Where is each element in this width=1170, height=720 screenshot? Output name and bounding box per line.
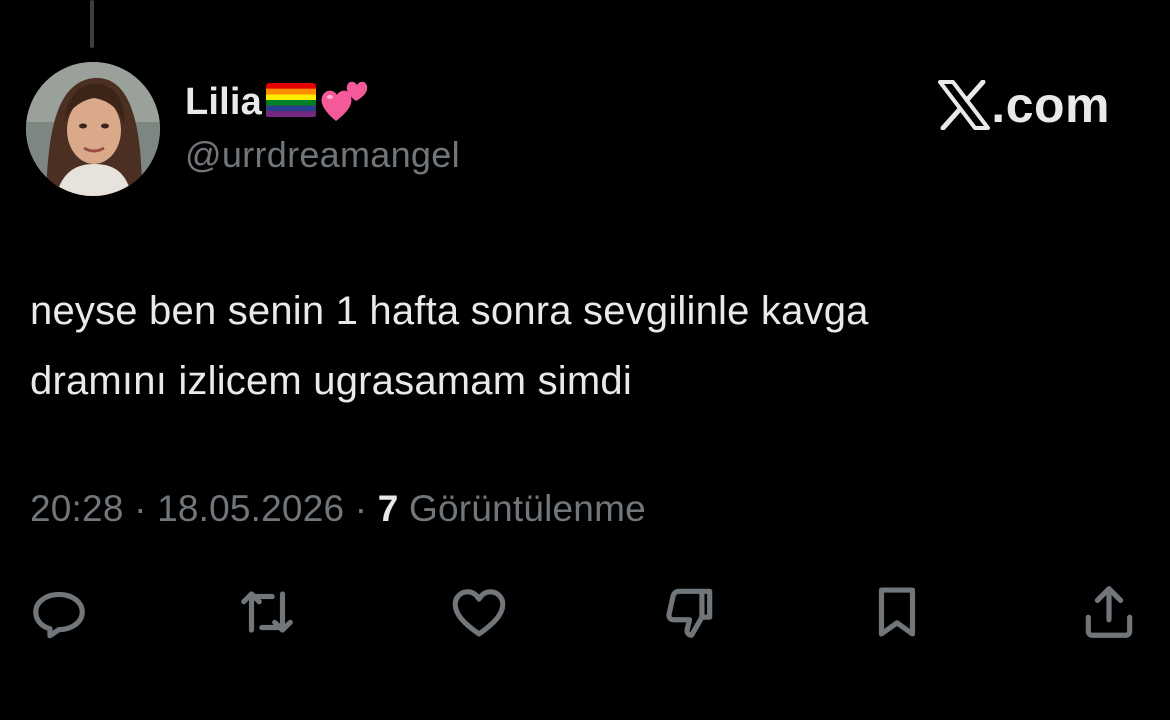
x-logo-icon xyxy=(938,80,991,130)
tweet-date[interactable]: 18.05.2026 xyxy=(157,488,344,529)
brand-label: .com xyxy=(991,77,1110,133)
bookmark-button[interactable] xyxy=(862,580,932,644)
tweet-metadata: 20:28 · 18.05.2026 · 7 Görüntülenme xyxy=(30,488,646,530)
views-count: 7 xyxy=(377,488,399,529)
reply-button[interactable] xyxy=(24,580,94,644)
author-handle[interactable]: @urrdreamangel xyxy=(185,134,460,176)
rainbow-flag-emoji xyxy=(266,82,317,122)
avatar-image xyxy=(26,62,160,196)
tweet-text-line: dramını izlicem ugrasamam simdi xyxy=(30,359,632,403)
two-hearts-emoji xyxy=(320,77,370,128)
author-display-name[interactable]: Lilia xyxy=(185,80,370,124)
views-label: Görüntülenme xyxy=(398,488,646,529)
meta-separator: · xyxy=(123,488,158,529)
retweet-icon xyxy=(241,591,293,633)
share-icon xyxy=(1085,586,1133,638)
tweet-text-line: neyse ben senin 1 hafta sonra sevgilinle… xyxy=(30,289,869,333)
share-button[interactable] xyxy=(1074,580,1144,644)
reply-icon xyxy=(33,591,85,639)
tweet-action-bar xyxy=(0,580,1170,650)
avatar[interactable] xyxy=(26,62,160,196)
author-name-text[interactable]: Lilia xyxy=(185,81,262,124)
dislike-button[interactable] xyxy=(654,580,724,644)
tweet-time[interactable]: 20:28 xyxy=(30,488,124,529)
bookmark-icon xyxy=(878,587,916,637)
heart-icon xyxy=(452,589,506,637)
retweet-button[interactable] xyxy=(232,580,302,644)
thread-connector-line xyxy=(90,0,94,48)
thumbs-down-icon xyxy=(666,588,713,638)
meta-separator: · xyxy=(344,488,378,529)
like-button[interactable] xyxy=(444,580,514,644)
brand-watermark: .com xyxy=(937,76,1110,134)
tweet-text: neyse ben senin 1 hafta sonra sevgilinle… xyxy=(30,276,1120,416)
